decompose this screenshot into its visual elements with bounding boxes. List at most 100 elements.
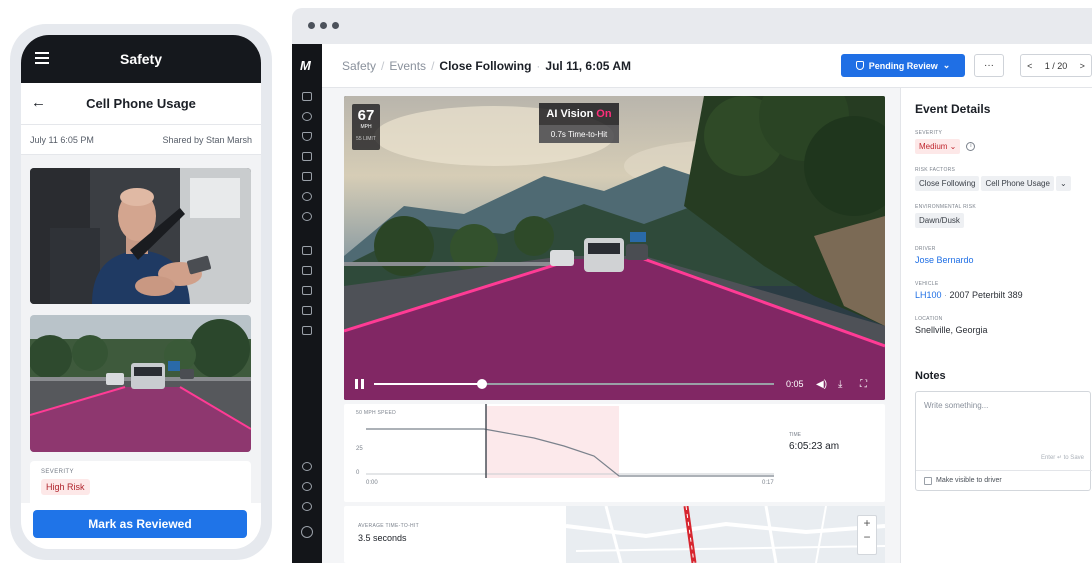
safety-app: M Safety / Events / Close Following · Jul 11, … xyxy=(292,44,1092,563)
vehicle-model: 2007 Peterbilt 389 xyxy=(949,290,1023,300)
user-icon[interactable] xyxy=(302,462,312,471)
dashcam-video[interactable]: 67 MPH 55 LIMIT AI Vision On 0.7s Time-t… xyxy=(344,96,885,400)
driver-cam-image[interactable] xyxy=(30,168,251,304)
volume-icon[interactable]: ◀) xyxy=(816,379,827,390)
event-pager: < 1 / 20 > xyxy=(1020,54,1092,77)
graph-time-label: TIME xyxy=(789,432,801,438)
ai-vision-badge: AI Vision On 0.7s Time-to-Hit xyxy=(539,103,619,145)
time-to-hit-card: AVERAGE TIME-TO-HIT 3.5 seconds + − xyxy=(344,506,885,563)
browser-window: M Safety / Events / Close Following · Jul 11, … xyxy=(292,8,1092,563)
location-map[interactable]: + − xyxy=(566,506,885,563)
chevron-down-icon[interactable]: ⌄ xyxy=(1055,176,1071,191)
bell-icon[interactable] xyxy=(302,502,312,511)
shield-icon xyxy=(855,61,864,70)
download-icon[interactable]: ⤓ xyxy=(838,379,842,390)
people-icon[interactable] xyxy=(302,286,312,295)
account-avatar-icon[interactable] xyxy=(301,526,313,538)
vehicle-row: LH100 · 2007 Peterbilt 389 xyxy=(915,290,1023,300)
breadcrumb: Safety / Events / Close Following · Jul 11, 6:… xyxy=(342,59,631,73)
notes-input[interactable]: Write something... Enter ↵ to Save Make … xyxy=(915,391,1092,491)
icon-rail: M xyxy=(292,44,322,563)
event-details-title: Event Details xyxy=(915,102,991,116)
shield-icon[interactable] xyxy=(302,132,312,141)
pending-review-label: Pending Review xyxy=(868,60,938,71)
map-art xyxy=(566,506,885,563)
risk-tag[interactable]: Close Following xyxy=(915,176,980,191)
severity-row: Medium ⌄ i xyxy=(915,139,976,154)
visible-to-driver-checkbox[interactable] xyxy=(924,477,932,485)
phone-event-date: July 11 6:05 PM xyxy=(30,134,94,145)
phone-severity-badge: High Risk xyxy=(41,479,90,495)
window-dot[interactable] xyxy=(332,22,339,29)
next-event-button[interactable]: > xyxy=(1080,61,1085,71)
phone-event-meta: July 11 6:05 PM Shared by Stan Marsh xyxy=(21,125,261,155)
ai-vision-state: On xyxy=(596,108,612,120)
avg-time-to-hit-value: 3.5 seconds xyxy=(358,533,407,543)
brand-logo: M xyxy=(300,58,311,73)
more-options-button[interactable]: ··· xyxy=(974,54,1004,77)
phone-screen-header: ← Cell Phone Usage xyxy=(21,83,261,125)
severity-value: Medium xyxy=(919,142,948,151)
ai-vision-title: AI Vision On xyxy=(539,103,619,125)
driver-link[interactable]: Jose Bernardo xyxy=(915,255,974,265)
avg-time-to-hit-label: AVERAGE TIME-TO-HIT xyxy=(358,523,419,529)
menu-icon[interactable] xyxy=(35,52,49,64)
breadcrumb-events[interactable]: Events xyxy=(389,59,426,73)
route-icon[interactable] xyxy=(302,192,312,201)
clock-icon[interactable] xyxy=(302,112,312,121)
notes-title: Notes xyxy=(915,370,946,382)
video-timestamp: 0:05 xyxy=(786,379,804,389)
chevron-down-icon: ⌄ xyxy=(942,60,951,70)
chart-icon[interactable] xyxy=(302,306,312,315)
zoom-in-icon[interactable]: + xyxy=(858,516,876,530)
road-cam-image[interactable] xyxy=(30,315,251,452)
time-to-hit-label: 0.7s Time-to-Hit xyxy=(539,125,619,143)
map-zoom-control[interactable]: + − xyxy=(857,515,877,555)
window-dot[interactable] xyxy=(308,22,315,29)
pager-count: 1 / 20 xyxy=(1044,60,1068,71)
truck-icon[interactable] xyxy=(302,172,312,181)
notes-placeholder: Write something... xyxy=(924,401,989,410)
risk-tag[interactable]: Cell Phone Usage xyxy=(981,176,1054,191)
zoom-out-icon[interactable]: − xyxy=(858,530,876,544)
risk-factors-label: RISK FACTORS xyxy=(915,167,956,173)
fullscreen-icon[interactable]: ⛶ xyxy=(860,379,867,390)
phone-footer: Mark as Reviewed xyxy=(21,503,261,549)
location-label: LOCATION xyxy=(915,316,943,322)
pause-icon xyxy=(355,379,358,389)
info-icon[interactable]: i xyxy=(966,142,976,152)
vehicle-label: VEHICLE xyxy=(915,281,939,287)
severity-label: SEVERITY xyxy=(915,130,943,136)
speed-unit: MPH xyxy=(360,124,372,130)
top-bar: Safety / Events / Close Following · Jul 11, 6:… xyxy=(322,44,1092,88)
environment-tag[interactable]: Dawn/Dusk xyxy=(915,213,964,228)
speed-badge: 67 MPH 55 LIMIT xyxy=(352,104,380,150)
map-icon[interactable] xyxy=(302,92,312,101)
speed-value: 67 xyxy=(357,107,375,124)
severity-dropdown[interactable]: Medium ⌄ xyxy=(915,139,961,154)
video-controls-art xyxy=(355,379,774,389)
fuel-icon[interactable] xyxy=(302,246,312,255)
report-icon[interactable] xyxy=(302,266,312,275)
phone-mockup: Safety ← Cell Phone Usage July 11 6:05 P… xyxy=(10,24,272,560)
vehicle-link[interactable]: LH100 xyxy=(915,290,942,300)
previous-event-button[interactable]: < xyxy=(1027,61,1032,71)
breadcrumb-safety[interactable]: Safety xyxy=(342,59,376,73)
mark-as-reviewed-button[interactable]: Mark as Reviewed xyxy=(33,510,247,538)
breadcrumb-event-datetime: Jul 11, 6:05 AM xyxy=(545,59,631,73)
window-controls xyxy=(308,22,339,29)
help-icon[interactable] xyxy=(302,482,312,491)
pending-review-button[interactable]: Pending Review ⌄ xyxy=(841,54,965,77)
ai-vision-label: AI Vision xyxy=(546,108,594,120)
speed-graph[interactable]: 50 MPH SPEED 25 0 0:00 0:17 TIME 6:05:23… xyxy=(344,404,885,502)
event-details-panel: Event Details SEVERITY Medium ⌄ i RISK FA… xyxy=(900,88,1092,563)
phone-shared-by: Shared by Stan Marsh xyxy=(162,134,252,145)
box-icon[interactable] xyxy=(302,326,312,335)
document-icon[interactable] xyxy=(302,152,312,161)
back-arrow-icon[interactable]: ← xyxy=(31,94,46,111)
speed-curve xyxy=(366,404,774,478)
environmental-risk-label: ENVIRONMENTAL RISK xyxy=(915,204,976,210)
window-dot[interactable] xyxy=(320,22,327,29)
check-circle-icon[interactable] xyxy=(302,212,312,221)
speed-limit: 55 LIMIT xyxy=(356,136,376,142)
